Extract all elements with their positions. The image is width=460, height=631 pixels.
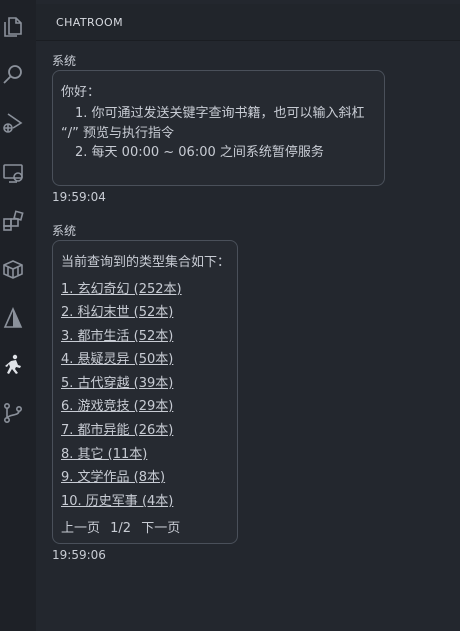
greeting-text: 你好：: [61, 85, 101, 100]
page-indicator: 1/2: [110, 521, 132, 536]
search-icon[interactable]: [0, 62, 26, 88]
chatroom-panel: CHATROOM 系统 你好： 1. 你可通过发送关键字查询书籍，也可以输入斜杠…: [36, 0, 460, 631]
files-icon[interactable]: [0, 14, 26, 40]
message-timestamp: 19:59:06: [52, 548, 106, 562]
category-link[interactable]: 4. 悬疑灵异 (50本): [61, 348, 173, 367]
shape-icon[interactable]: [0, 305, 26, 331]
message-bubble: 当前查询到的类型集合如下： 1. 玄幻奇幻 (252本) 2. 科幻末世 (52…: [52, 240, 238, 544]
message-line: “/” 预览与执行指令: [61, 126, 174, 141]
category-link[interactable]: 10. 历史军事 (4本): [61, 490, 173, 509]
message-sender: 系统: [52, 224, 77, 238]
intro-text: 当前查询到的类型集合如下：: [61, 255, 231, 270]
category-link[interactable]: 7. 都市异能 (26本): [61, 419, 173, 438]
message-sender: 系统: [52, 54, 77, 68]
message-bubble: 你好： 1. 你可通过发送关键字查询书籍，也可以输入斜杠 “/” 预览与执行指令…: [52, 70, 385, 186]
message-line: 2. 每天 00:00 ~ 06:00 之间系统暂停服务: [75, 145, 324, 160]
message-timestamp: 19:59:04: [52, 190, 106, 204]
category-link[interactable]: 1. 玄幻奇幻 (252本): [61, 278, 182, 297]
runner-icon[interactable]: [0, 352, 26, 378]
run-debug-icon[interactable]: [0, 110, 26, 136]
category-link[interactable]: 2. 科幻末世 (52本): [61, 301, 173, 320]
extensions-icon[interactable]: [0, 208, 26, 234]
remote-explorer-icon[interactable]: [0, 160, 26, 186]
next-page-button[interactable]: 下一页: [141, 521, 180, 536]
source-control-icon[interactable]: [0, 400, 26, 426]
category-link[interactable]: 9. 文学作品 (8本): [61, 466, 165, 485]
prev-page-button[interactable]: 上一页: [61, 521, 100, 536]
package-icon[interactable]: [0, 256, 26, 282]
category-link[interactable]: 3. 都市生活 (52本): [61, 325, 173, 344]
message-line: 1. 你可通过发送关键字查询书籍，也可以输入斜杠: [75, 106, 365, 121]
panel-title: CHATROOM: [56, 16, 123, 29]
activity-bar: [0, 0, 36, 631]
category-link[interactable]: 5. 古代穿越 (39本): [61, 372, 173, 391]
pager: 上一页 1/2 下一页: [61, 517, 180, 536]
category-link[interactable]: 6. 游戏竞技 (29本): [61, 395, 173, 414]
category-link[interactable]: 8. 其它 (11本): [61, 443, 147, 462]
panel-header: CHATROOM: [36, 4, 460, 41]
